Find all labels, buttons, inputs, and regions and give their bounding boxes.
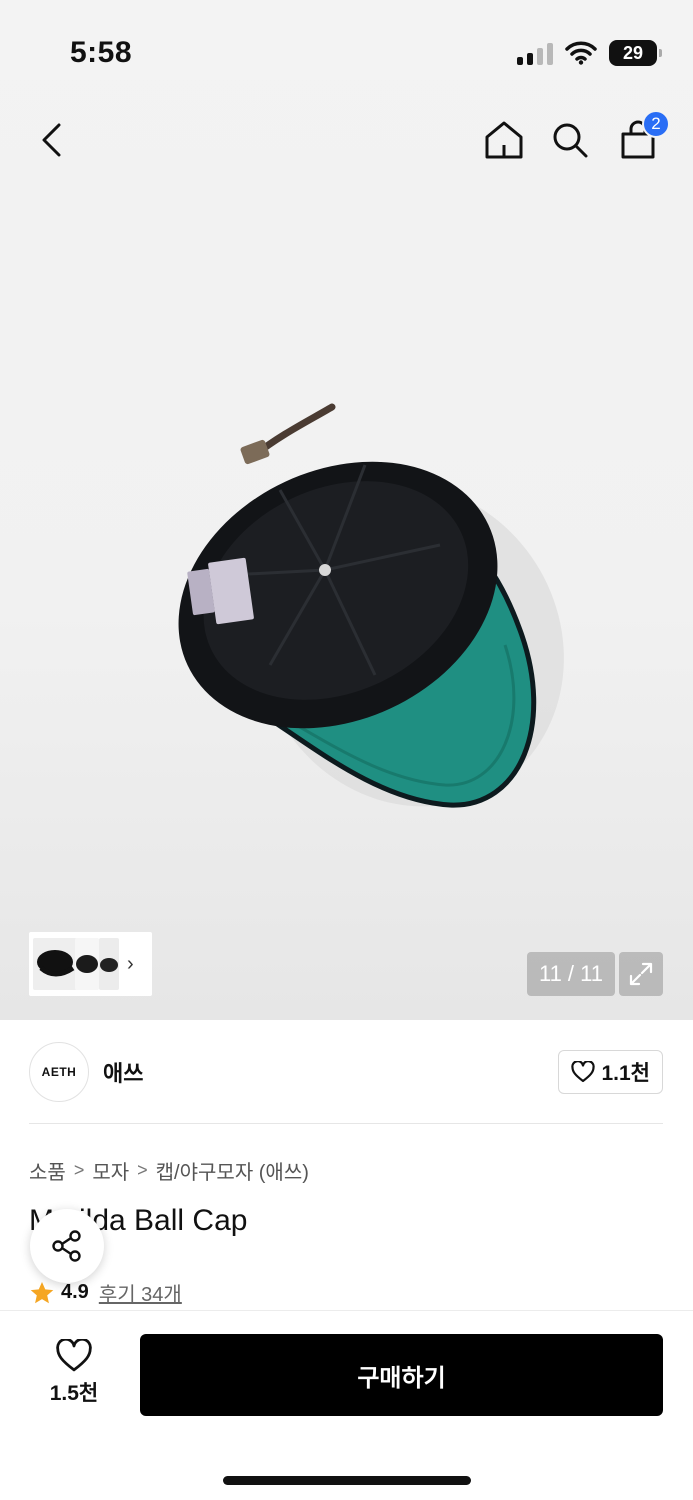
- image-counter: 11 / 11: [527, 952, 615, 996]
- expand-icon: [629, 962, 653, 986]
- thumbnail-image[interactable]: [99, 938, 119, 990]
- status-time: 5:58: [70, 36, 133, 69]
- battery-level: 29: [622, 42, 644, 63]
- search-button[interactable]: [546, 116, 594, 164]
- cart-count-badge: 2: [642, 110, 670, 138]
- expand-button[interactable]: [619, 952, 663, 996]
- thumbnail-image[interactable]: [33, 938, 77, 990]
- reviews-link[interactable]: 후기 34개: [99, 1278, 182, 1307]
- home-indicator: [223, 1476, 471, 1485]
- home-button[interactable]: [480, 116, 528, 164]
- back-icon: [42, 123, 61, 157]
- purchase-bar: 1.5천 구매하기: [0, 1310, 693, 1500]
- share-icon: [52, 1230, 81, 1262]
- star-icon: [30, 1281, 54, 1303]
- wifi-icon: [565, 41, 597, 65]
- search-icon: [553, 123, 588, 158]
- cart-button[interactable]: 2: [614, 110, 670, 164]
- thumbnail-strip[interactable]: ›: [29, 932, 152, 996]
- product-image[interactable]: [160, 395, 570, 815]
- brand-like-button[interactable]: 1.1천: [558, 1050, 663, 1094]
- buy-button[interactable]: 구매하기: [140, 1334, 663, 1416]
- breadcrumb: 소품 > 모자 > 캡/야구모자 (애쓰): [29, 1156, 309, 1185]
- thumbnail-image[interactable]: [75, 938, 99, 990]
- product-rating: 4.9 후기 34개: [29, 1278, 182, 1307]
- thumbnail-more-arrow[interactable]: ›: [127, 953, 134, 976]
- breadcrumb-item[interactable]: 소품: [29, 1156, 66, 1185]
- back-button[interactable]: [28, 116, 76, 164]
- status-icons: 29: [517, 40, 662, 66]
- rating-score: 4.9: [61, 1281, 89, 1303]
- heart-icon: [571, 1061, 596, 1083]
- product-image-gallery[interactable]: 5:58 29 2 › 11 / 11: [0, 0, 693, 1020]
- brand-logo[interactable]: AETH: [29, 1042, 89, 1102]
- home-icon: [485, 121, 523, 159]
- heart-icon: [56, 1339, 92, 1372]
- chevron-right-icon: >: [137, 1160, 148, 1180]
- divider: [29, 1123, 663, 1124]
- wishlist-button[interactable]: 1.5천: [36, 1339, 112, 1407]
- chevron-right-icon: >: [73, 1160, 85, 1180]
- brand-name[interactable]: 애쓰: [103, 1056, 143, 1088]
- brand-row[interactable]: AETH 애쓰 1.1천: [29, 1040, 663, 1104]
- brand-like-count: 1.1천: [601, 1062, 650, 1085]
- breadcrumb-item[interactable]: 캡/야구모자 (애쓰): [156, 1156, 309, 1185]
- signal-icon: [517, 41, 553, 65]
- battery-icon: 29: [609, 40, 662, 66]
- breadcrumb-item[interactable]: 모자: [92, 1156, 129, 1185]
- wishlist-count: 1.5천: [49, 1382, 99, 1405]
- share-button[interactable]: [30, 1209, 104, 1283]
